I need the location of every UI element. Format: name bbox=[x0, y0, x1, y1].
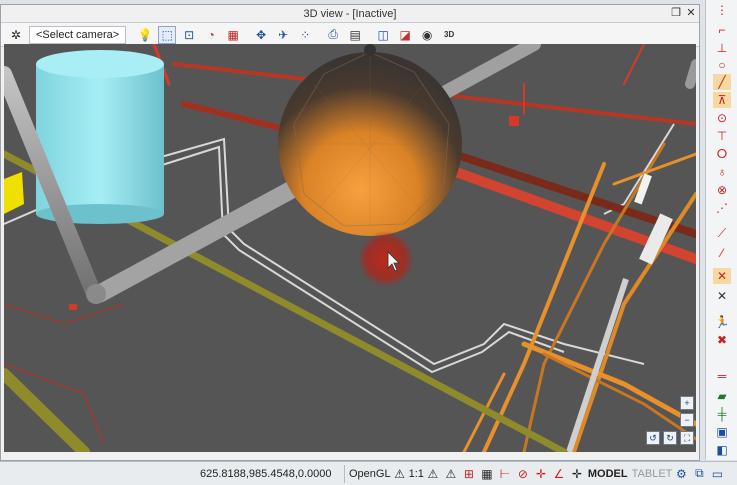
snap-endpoint-icon[interactable]: ⋮ bbox=[713, 2, 731, 18]
fullscreen-icon[interactable]: ▭ bbox=[708, 465, 726, 483]
print-icon[interactable]: ⎙ bbox=[324, 26, 342, 44]
auto-scale-icon[interactable]: ⚠ bbox=[442, 465, 460, 483]
scale-label[interactable]: 1:1 bbox=[409, 468, 424, 480]
camera-select[interactable]: <Select camera> bbox=[29, 25, 127, 44]
tablet-label[interactable]: TABLET bbox=[632, 468, 673, 480]
render-mode-label[interactable]: OpenGL bbox=[349, 468, 391, 480]
gear-icon[interactable]: ⚙ bbox=[672, 465, 690, 483]
snap-perpendicular-icon[interactable]: ⊼ bbox=[713, 92, 731, 108]
snap-intersection-icon[interactable]: ✕ bbox=[713, 268, 731, 284]
title-bar[interactable]: 3D view - [Inactive] ❐ ✕ bbox=[1, 5, 699, 23]
close-button[interactable]: ✕ bbox=[684, 7, 698, 20]
orbit-2x-icon[interactable]: ◔ bbox=[202, 26, 220, 44]
run-icon[interactable]: 🏃 bbox=[713, 314, 731, 330]
restore-button[interactable]: ❐ bbox=[669, 7, 683, 20]
otrack-mode-icon[interactable]: ∠ bbox=[550, 465, 568, 483]
snap-tangent-icon[interactable]: ╱ bbox=[713, 74, 731, 90]
polar-mode-icon[interactable]: ⊘ bbox=[514, 465, 532, 483]
settings-small-icon[interactable]: ▣ bbox=[713, 424, 731, 440]
grid-plus-icon[interactable]: ╪ bbox=[713, 406, 731, 422]
properties-icon[interactable]: ◧ bbox=[713, 442, 731, 458]
ortho-mode-icon[interactable]: ⊢ bbox=[496, 465, 514, 483]
status-bar: 625.8188,985.4548,0.0000 OpenGL ⚠ 1:1 ⚠ … bbox=[0, 461, 737, 485]
snap-apparent-icon[interactable]: ⁄ bbox=[713, 245, 731, 261]
eye-icon[interactable]: ◉ bbox=[418, 26, 436, 44]
right-toolbar: ⋮ ⌐ ⊥ ○ ╱ ⊼ ⊙ ⊤ ⵔ ♁ ⊗ ⋰ ⟋ ⁄ ✕ ✕ 🏃 ✖ ═ ▰ … bbox=[705, 0, 737, 460]
zoom-out-button[interactable]: − bbox=[680, 413, 694, 427]
walk-icon[interactable]: ✥ bbox=[252, 26, 270, 44]
snap-center-icon[interactable]: ⊙ bbox=[713, 110, 731, 126]
annotation-visibility-icon[interactable]: ⚠ bbox=[424, 465, 442, 483]
snap-quadrant-icon[interactable]: ⵔ bbox=[713, 146, 731, 162]
window-layout-icon[interactable]: ⧉ bbox=[690, 465, 708, 483]
camera-settings-icon[interactable]: ✲ bbox=[7, 26, 25, 44]
annotation-scale-icon[interactable]: ⚠ bbox=[391, 465, 409, 483]
layer-line-icon[interactable]: ═ bbox=[713, 368, 731, 384]
model-label[interactable]: MODEL bbox=[588, 468, 628, 480]
zoom-in-button[interactable]: + bbox=[680, 396, 694, 410]
snap-nearest-icon[interactable]: ⊤ bbox=[713, 128, 731, 144]
snap-midpoint-icon[interactable]: ⊥ bbox=[713, 40, 731, 56]
snap-line-icon[interactable]: ⌐ bbox=[713, 22, 731, 38]
cursor-highlight bbox=[358, 231, 414, 287]
snap-circle-icon[interactable]: ○ bbox=[713, 57, 731, 73]
zoom-extents-icon[interactable]: ⊡ bbox=[180, 26, 198, 44]
print-preview-icon[interactable]: ▤ bbox=[346, 26, 364, 44]
bulb-icon[interactable]: 💡 bbox=[136, 26, 154, 44]
clear-snaps-icon[interactable]: ✖ bbox=[713, 332, 731, 348]
snap-none-icon[interactable]: ✕ bbox=[713, 288, 731, 304]
view-cube-icon[interactable]: ◫ bbox=[374, 26, 392, 44]
snap-node-icon[interactable]: ♁ bbox=[713, 164, 731, 180]
window-title: 3D view - [Inactive] bbox=[303, 8, 397, 20]
grid-mode-icon[interactable]: ▦ bbox=[478, 465, 496, 483]
snap-parallel-icon[interactable]: ⟋ bbox=[713, 225, 731, 241]
app-frame: 3D view - [Inactive] ❐ ✕ ✲ <Select camer… bbox=[0, 0, 737, 485]
render-icon[interactable]: ◪ bbox=[396, 26, 414, 44]
snap-mode-icon[interactable]: ⊞ bbox=[460, 465, 478, 483]
yellow-block bbox=[4, 172, 24, 214]
osnap-mode-icon[interactable]: ✛ bbox=[532, 465, 550, 483]
rotate-left-button[interactable]: ↺ bbox=[646, 431, 660, 445]
zoom-window-icon[interactable]: ⬚ bbox=[158, 25, 177, 44]
coordinate-readout: 625.8188,985.4548,0.0000 bbox=[200, 467, 332, 480]
divider bbox=[344, 464, 345, 483]
fly-icon[interactable]: ✈ bbox=[274, 26, 292, 44]
rotate-right-button[interactable]: ↻ bbox=[663, 431, 677, 445]
scene-graphics bbox=[4, 44, 696, 452]
lineweight-mode-icon[interactable]: ✛ bbox=[568, 465, 586, 483]
path-icon[interactable]: ⁘ bbox=[296, 26, 314, 44]
spherical-tank bbox=[278, 44, 462, 236]
three-d-icon[interactable]: 3D bbox=[440, 26, 458, 44]
three-d-viewport[interactable]: + − ↺ ↻ ⛶ bbox=[4, 44, 696, 452]
layer-color-icon[interactable]: ▰ bbox=[713, 388, 731, 404]
snap-extension-icon[interactable]: ⋰ bbox=[713, 200, 731, 216]
fit-view-button[interactable]: ⛶ bbox=[680, 431, 694, 445]
wall-icon[interactable]: ▦ bbox=[224, 26, 242, 44]
snap-insertion-icon[interactable]: ⊗ bbox=[713, 182, 731, 198]
